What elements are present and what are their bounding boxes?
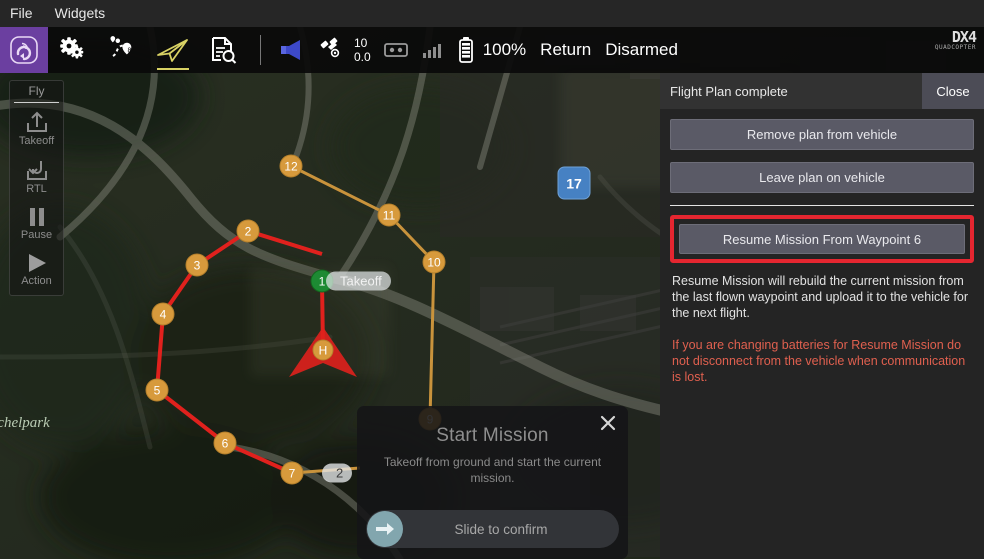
- toolbar-fly[interactable]: [148, 27, 198, 73]
- remove-plan-button[interactable]: Remove plan from vehicle: [670, 119, 974, 150]
- fly-action-action-label: Action: [21, 275, 52, 287]
- fly-panel-title: Fly: [14, 81, 59, 103]
- rc-transmitter-icon: [383, 43, 408, 57]
- pause-icon: [29, 208, 44, 226]
- gps-sat-count: 10: [354, 36, 368, 50]
- fly-tool-panel: Fly Takeoff RTL Pause Action: [9, 80, 64, 296]
- battery-status[interactable]: 100%: [458, 37, 526, 63]
- fly-action-pause-label: Pause: [20, 229, 53, 241]
- waypoint-marker-12[interactable]: 12: [279, 154, 303, 178]
- panel-divider: [670, 205, 974, 206]
- dialog-close-icon[interactable]: [599, 414, 617, 432]
- battery-icon: [458, 37, 473, 63]
- main-toolbar: 8 10 0.0 100% Return Disarmed: [0, 27, 984, 73]
- svg-text:8: 8: [128, 48, 132, 55]
- takeoff-label: Takeoff: [326, 271, 391, 291]
- brand-name: DX4: [951, 28, 977, 46]
- toolbar-plan[interactable]: 8: [98, 27, 148, 73]
- dialog-subtitle: Takeoff from ground and start the curren…: [383, 455, 602, 485]
- resume-mission-button[interactable]: Resume Mission From Waypoint 6: [679, 224, 965, 254]
- fly-action-takeoff[interactable]: Takeoff: [10, 103, 63, 151]
- panel-body: Remove plan from vehicle Leave plan on v…: [660, 109, 984, 385]
- panel-title: Flight Plan complete: [670, 83, 788, 99]
- toolbar-settings[interactable]: [48, 27, 98, 73]
- waypoint-marker-7[interactable]: 7: [280, 461, 304, 485]
- satellite-icon: [320, 37, 340, 58]
- resume-mission-highlight: Resume Mission From Waypoint 6: [670, 215, 974, 263]
- waypoint-marker-10[interactable]: 10: [422, 250, 446, 274]
- play-triangle-icon: [28, 254, 46, 272]
- home-marker[interactable]: H: [312, 339, 334, 361]
- slider-knob[interactable]: [367, 511, 403, 547]
- fly-action-rtl-label: RTL: [26, 183, 47, 195]
- signal-bars-icon: [422, 44, 441, 58]
- brand-subtitle: QUADCOPTER: [934, 44, 976, 51]
- megaphone-icon[interactable]: [273, 27, 317, 73]
- fly-action-pause[interactable]: Pause: [10, 199, 63, 245]
- partial-marker-label: 2: [322, 463, 353, 483]
- gps-hdop: 0.0: [354, 50, 371, 64]
- toolbar-divider: [260, 35, 261, 65]
- fly-action-rtl[interactable]: RTL: [10, 151, 63, 199]
- arrow-right-icon: [376, 523, 394, 535]
- return-to-launch-icon: [26, 161, 47, 180]
- menu-bar: File Widgets: [0, 0, 984, 27]
- waypoint-marker-5[interactable]: 5: [145, 378, 169, 402]
- slide-to-confirm-slider[interactable]: Slide to confirm: [366, 510, 619, 548]
- resume-warning: If you are changing batteries for Resume…: [672, 338, 966, 384]
- map-place-label: rchelpark: [0, 415, 50, 431]
- flight-plan-complete-panel: Flight Plan complete Close Remove plan f…: [660, 73, 984, 559]
- dialog-title: Start Mission: [436, 425, 549, 446]
- slider-label: Slide to confirm: [454, 521, 548, 537]
- waypoint-marker-6[interactable]: 6: [213, 431, 237, 455]
- menu-widgets[interactable]: Widgets: [55, 0, 106, 27]
- menu-file[interactable]: File: [10, 0, 33, 27]
- armed-state-indicator[interactable]: Disarmed: [605, 40, 678, 60]
- start-mission-dialog: Start Mission Takeoff from ground and st…: [357, 406, 628, 559]
- vehicle-brand-logo: DX4 QUADCOPTER: [934, 28, 977, 51]
- resume-description: Resume Mission will rebuild the current …: [672, 274, 969, 320]
- panel-header: Flight Plan complete Close: [660, 73, 984, 109]
- flight-mode-indicator[interactable]: Return: [540, 40, 591, 60]
- gps-status[interactable]: 10 0.0: [319, 37, 371, 63]
- leave-plan-button[interactable]: Leave plan on vehicle: [670, 162, 974, 193]
- qgroundcontrol-window: File Widgets helpark 1 Takeoff 2 3 4 5 6…: [0, 0, 984, 559]
- fly-action-takeoff-label: Takeoff: [18, 135, 55, 147]
- toolbar-analyze[interactable]: [198, 27, 248, 73]
- battery-percent: 100%: [482, 40, 527, 59]
- waypoint-marker-4[interactable]: 4: [151, 302, 175, 326]
- map-poi-17[interactable]: 17: [557, 166, 591, 200]
- waypoint-marker-3[interactable]: 3: [185, 253, 209, 277]
- close-button[interactable]: Close: [922, 73, 984, 109]
- rc-status[interactable]: [383, 41, 442, 59]
- qgc-logo-icon[interactable]: [0, 27, 48, 73]
- waypoint-marker-11[interactable]: 11: [377, 203, 401, 227]
- waypoint-marker-2[interactable]: 2: [236, 219, 260, 243]
- fly-action-action[interactable]: Action: [10, 245, 63, 291]
- takeoff-arrow-icon: [26, 111, 47, 132]
